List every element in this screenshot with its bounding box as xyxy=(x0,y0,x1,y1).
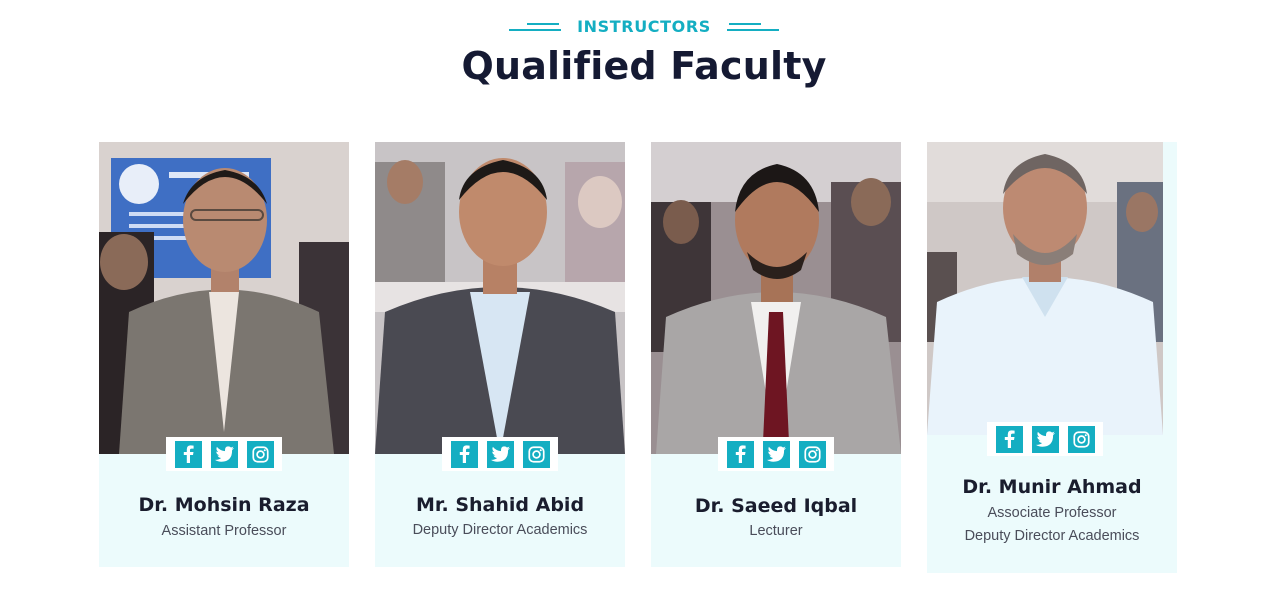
faculty-card: Dr. Saeed Iqbal Lecturer xyxy=(651,142,901,567)
faculty-card: Dr. Mohsin Raza Assistant Professor xyxy=(99,142,349,567)
section-eyebrow: INSTRUCTORS xyxy=(577,17,711,36)
social-links xyxy=(987,422,1103,456)
social-links xyxy=(718,437,834,471)
facebook-icon[interactable] xyxy=(174,440,202,468)
faculty-role: Assistant Professor xyxy=(161,523,287,539)
social-links xyxy=(442,437,558,471)
instagram-icon[interactable] xyxy=(1067,425,1095,453)
instagram-icon[interactable] xyxy=(246,440,274,468)
instagram-icon[interactable] xyxy=(798,440,826,468)
faculty-name: Dr. Munir Ahmad xyxy=(962,476,1142,498)
faculty-name: Mr. Shahid Abid xyxy=(415,494,585,516)
faculty-photo xyxy=(651,142,901,454)
faculty-name: Dr. Saeed Iqbal xyxy=(694,495,858,517)
facebook-icon[interactable] xyxy=(726,440,754,468)
eyebrow-left-decoration xyxy=(507,22,562,32)
faculty-role: Associate Professor xyxy=(987,505,1117,521)
social-links xyxy=(166,437,282,471)
twitter-icon[interactable] xyxy=(210,440,238,468)
faculty-photo xyxy=(927,142,1163,435)
faculty-role: Deputy Director Academics xyxy=(412,522,588,538)
section-eyebrow-row: INSTRUCTORS xyxy=(0,17,1288,36)
twitter-icon[interactable] xyxy=(762,440,790,468)
twitter-icon[interactable] xyxy=(486,440,514,468)
faculty-card: Dr. Munir Ahmad Associate Professor Depu… xyxy=(927,142,1177,573)
faculty-photo xyxy=(375,142,625,454)
twitter-icon[interactable] xyxy=(1031,425,1059,453)
facebook-icon[interactable] xyxy=(450,440,478,468)
facebook-icon[interactable] xyxy=(995,425,1023,453)
faculty-role: Lecturer xyxy=(749,523,803,539)
faculty-role-secondary: Deputy Director Academics xyxy=(964,528,1140,544)
faculty-name: Dr. Mohsin Raza xyxy=(138,494,310,516)
section-title: Qualified Faculty xyxy=(461,44,827,88)
instagram-icon[interactable] xyxy=(522,440,550,468)
eyebrow-right-decoration xyxy=(726,22,781,32)
faculty-card: Mr. Shahid Abid Deputy Director Academic… xyxy=(375,142,625,567)
faculty-photo xyxy=(99,142,349,454)
